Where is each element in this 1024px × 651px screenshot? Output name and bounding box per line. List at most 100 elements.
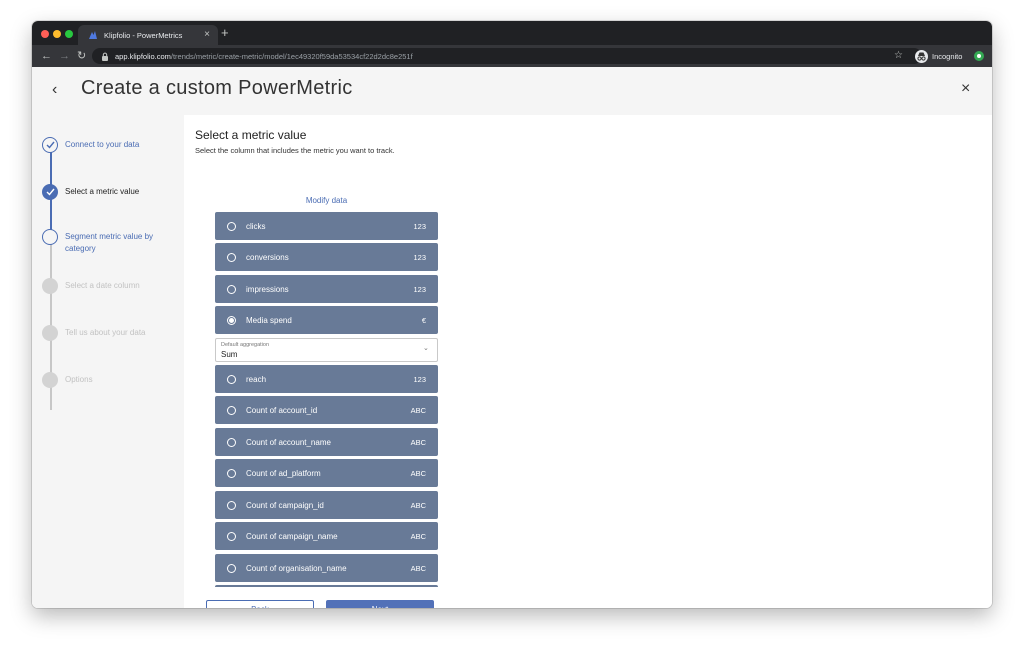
step-circle-icon bbox=[42, 229, 58, 245]
step-label: Tell us about your data bbox=[65, 328, 146, 337]
radio-icon[interactable] bbox=[227, 437, 236, 447]
step-label: Select a metric value bbox=[65, 187, 140, 196]
column-label: conversions bbox=[246, 252, 289, 262]
column-option-count-account-id[interactable]: Count of account_id ABC bbox=[215, 396, 438, 424]
url-path: /trends/metric/create-metric/model/1ec49… bbox=[170, 51, 413, 61]
column-type-badge: 123 bbox=[413, 252, 426, 262]
step-select-date-column: Select a date column bbox=[42, 278, 165, 294]
chevron-down-icon: ⌄ bbox=[423, 345, 429, 352]
column-option-conversions[interactable]: conversions 123 bbox=[215, 243, 438, 271]
column-option-count-account-name[interactable]: Count of account_name ABC bbox=[215, 428, 438, 456]
minimize-window-button[interactable] bbox=[53, 30, 61, 38]
url-text: app.klipfolio.com/trends/metric/create-m… bbox=[115, 52, 413, 61]
column-type-badge: ABC bbox=[410, 563, 426, 573]
check-icon bbox=[42, 184, 58, 200]
radio-icon[interactable] bbox=[227, 252, 236, 262]
column-label: Count of organisation_name bbox=[246, 563, 347, 573]
step-label: Segment metric value by category bbox=[65, 232, 154, 253]
column-option-clicks[interactable]: clicks 123 bbox=[215, 212, 438, 240]
column-label: reach bbox=[246, 374, 267, 384]
reload-icon[interactable]: ↻ bbox=[77, 49, 86, 63]
back-chevron-icon[interactable]: ‹ bbox=[52, 81, 57, 99]
current-step-pointer bbox=[172, 175, 183, 197]
column-option-partial[interactable] bbox=[215, 585, 438, 587]
tab-close-icon[interactable]: × bbox=[204, 30, 210, 40]
browser-toolbar: ← → ↻ app.klipfolio.com/trends/metric/cr… bbox=[32, 45, 992, 67]
aggregation-value: Sum bbox=[221, 350, 238, 359]
browser-tab[interactable]: Klipfolio - PowerMetrics × bbox=[78, 25, 218, 45]
steps-sidebar: Connect to your data Select a metric val… bbox=[32, 115, 184, 608]
column-list: clicks 123 conversions 123 impressions 1… bbox=[215, 212, 438, 587]
column-label: Count of ad_platform bbox=[246, 468, 321, 478]
radio-selected-icon[interactable] bbox=[227, 315, 236, 325]
column-option-media-spend[interactable]: Media spend € bbox=[215, 306, 438, 334]
step-connect-data[interactable]: Connect to your data bbox=[42, 137, 165, 153]
section-subtitle: Select the column that includes the metr… bbox=[195, 146, 395, 155]
klipfolio-logo-icon bbox=[88, 30, 98, 40]
check-icon bbox=[42, 137, 58, 153]
column-type-badge: ABC bbox=[410, 468, 426, 478]
new-tab-button[interactable]: + bbox=[221, 25, 229, 41]
column-option-impressions[interactable]: impressions 123 bbox=[215, 275, 438, 303]
incognito-label: Incognito bbox=[932, 51, 963, 61]
column-option-count-ad-platform[interactable]: Count of ad_platform ABC bbox=[215, 459, 438, 487]
column-type-badge: ABC bbox=[410, 500, 426, 510]
next-button[interactable]: Next bbox=[326, 600, 434, 608]
browser-back-icon[interactable]: ← bbox=[41, 49, 52, 63]
radio-icon[interactable] bbox=[227, 405, 236, 415]
column-type-badge: ABC bbox=[410, 437, 426, 447]
column-type-badge: € bbox=[421, 315, 426, 325]
column-type-badge: ABC bbox=[410, 531, 426, 541]
column-label: Count of campaign_id bbox=[246, 500, 324, 510]
column-type-badge: ABC bbox=[410, 405, 426, 415]
incognito-icon bbox=[915, 49, 928, 63]
column-option-reach[interactable]: reach 123 bbox=[215, 365, 438, 393]
step-circle-icon bbox=[42, 325, 58, 341]
address-bar[interactable]: app.klipfolio.com/trends/metric/create-m… bbox=[92, 48, 922, 64]
tab-title: Klipfolio - PowerMetrics bbox=[104, 30, 183, 40]
page-header: ‹ Create a custom PowerMetric × bbox=[32, 67, 992, 115]
close-icon[interactable]: × bbox=[961, 79, 970, 99]
page-title: Create a custom PowerMetric bbox=[81, 77, 353, 99]
browser-forward-icon[interactable]: → bbox=[59, 49, 70, 63]
column-option-count-organisation-name[interactable]: Count of organisation_name ABC bbox=[215, 554, 438, 582]
step-tell-us-about-data: Tell us about your data bbox=[42, 325, 165, 341]
step-label: Select a date column bbox=[65, 281, 140, 290]
lock-icon bbox=[101, 52, 109, 61]
radio-icon[interactable] bbox=[227, 468, 236, 478]
step-circle-icon bbox=[42, 372, 58, 388]
radio-icon[interactable] bbox=[227, 563, 236, 573]
step-label: Connect to your data bbox=[65, 140, 140, 149]
default-aggregation-select[interactable]: Default aggregation Sum ⌄ bbox=[215, 338, 438, 362]
column-option-count-campaign-name[interactable]: Count of campaign_name ABC bbox=[215, 522, 438, 550]
url-host: app.klipfolio.com bbox=[115, 51, 171, 61]
extension-icon[interactable] bbox=[974, 51, 984, 61]
column-label: Count of campaign_name bbox=[246, 531, 338, 541]
step-circle-icon bbox=[42, 278, 58, 294]
browser-window: Klipfolio - PowerMetrics × + ← → ↻ app.k… bbox=[32, 21, 992, 608]
step-segment-by-category[interactable]: Segment metric value by category bbox=[42, 229, 165, 255]
radio-icon[interactable] bbox=[227, 284, 236, 294]
column-type-badge: 123 bbox=[413, 221, 426, 231]
step-options: Options bbox=[42, 372, 165, 388]
column-option-count-campaign-id[interactable]: Count of campaign_id ABC bbox=[215, 491, 438, 519]
close-window-button[interactable] bbox=[41, 30, 49, 38]
column-label: impressions bbox=[246, 284, 289, 294]
column-type-badge: 123 bbox=[413, 374, 426, 384]
radio-icon[interactable] bbox=[227, 221, 236, 231]
maximize-window-button[interactable] bbox=[65, 30, 73, 38]
tab-bar: Klipfolio - PowerMetrics × + bbox=[32, 21, 992, 45]
modify-data-link[interactable]: Modify data bbox=[215, 196, 438, 205]
bookmark-star-icon[interactable]: ☆ bbox=[894, 49, 903, 63]
back-button[interactable]: Back bbox=[206, 600, 314, 608]
radio-icon[interactable] bbox=[227, 500, 236, 510]
column-label: Count of account_name bbox=[246, 437, 331, 447]
radio-icon[interactable] bbox=[227, 374, 236, 384]
app-content: ‹ Create a custom PowerMetric × Connect … bbox=[32, 67, 992, 608]
column-label: Count of account_id bbox=[246, 405, 318, 415]
radio-dot bbox=[229, 317, 234, 323]
step-select-metric-value[interactable]: Select a metric value bbox=[42, 184, 165, 200]
incognito-indicator[interactable]: Incognito bbox=[915, 48, 962, 64]
column-label: clicks bbox=[246, 221, 266, 231]
radio-icon[interactable] bbox=[227, 531, 236, 541]
